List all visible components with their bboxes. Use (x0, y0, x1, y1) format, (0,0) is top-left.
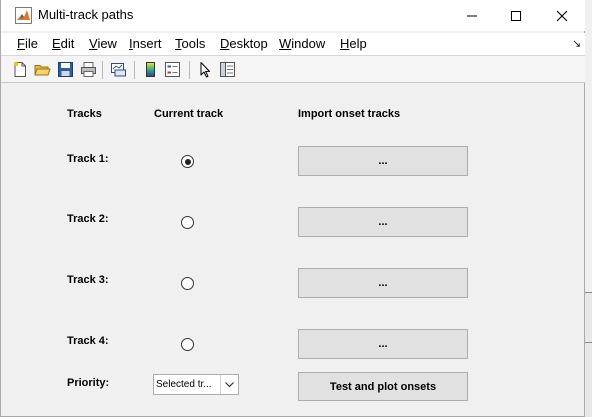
header-current-track: Current track (154, 108, 224, 120)
menu-edit[interactable]: Edit (52, 36, 74, 51)
header-tracks: Tracks (67, 108, 102, 120)
chevron-down-icon (220, 375, 238, 394)
track-3-radio[interactable] (181, 277, 194, 290)
track-4-radio[interactable] (181, 338, 194, 351)
matlab-icon (15, 7, 32, 24)
track-2-radio[interactable] (181, 216, 194, 229)
priority-dropdown-value: Selected tr... (156, 379, 212, 390)
maximize-button[interactable] (493, 0, 539, 31)
minimize-button[interactable] (449, 0, 495, 31)
track-4-import-button[interactable]: ... (298, 329, 468, 359)
menu-insert[interactable]: Insert (129, 36, 162, 51)
close-button[interactable] (539, 0, 585, 31)
track-3-import-button[interactable]: ... (298, 268, 468, 298)
track-1-import-button[interactable]: ... (298, 146, 468, 176)
property-editor-icon[interactable] (219, 61, 236, 78)
close-icon (556, 10, 568, 21)
track-2-label: Track 2: (67, 213, 109, 225)
menu-tools[interactable]: Tools (175, 36, 205, 51)
maximize-icon (511, 10, 521, 21)
save-icon[interactable] (57, 61, 74, 78)
toolbar-separator (134, 61, 135, 79)
toolbar-separator (189, 61, 190, 79)
menu-view[interactable]: View (89, 36, 117, 51)
menu-window[interactable]: Window (279, 36, 325, 51)
minimize-icon (467, 15, 477, 16)
track-1-radio[interactable] (181, 155, 194, 168)
legend-icon[interactable] (164, 61, 181, 78)
track-1-label: Track 1: (67, 153, 109, 165)
window-title: Multi-track paths (38, 7, 134, 22)
menu-desktop[interactable]: Desktop (220, 36, 268, 51)
open-file-icon[interactable] (34, 61, 51, 78)
test-and-plot-onsets-button[interactable]: Test and plot onsets (298, 372, 468, 401)
toolbar-separator (102, 61, 103, 79)
header-import-onset-tracks: Import onset tracks (298, 108, 401, 120)
title-bar: Multi-track paths (1, 0, 585, 31)
dock-arrow-icon[interactable]: ↘ (572, 37, 581, 50)
pointer-icon[interactable] (197, 61, 214, 78)
colorbar-icon[interactable] (142, 61, 159, 78)
track-3-label: Track 3: (67, 274, 109, 286)
priority-label: Priority: (67, 377, 110, 389)
menu-file[interactable]: File (17, 36, 38, 51)
menu-bar: File Edit View Insert Tools Desktop Wind… (1, 33, 585, 55)
figure-window: Multi-track paths File Edit View Insert … (0, 0, 585, 417)
track-4-label: Track 4: (67, 335, 109, 347)
track-2-import-button[interactable]: ... (298, 207, 468, 237)
toolbar (1, 55, 585, 83)
link-plot-icon[interactable] (110, 61, 127, 78)
priority-dropdown[interactable]: Selected tr... (153, 374, 239, 395)
new-figure-icon[interactable] (12, 61, 29, 78)
print-icon[interactable] (80, 61, 97, 78)
menu-help[interactable]: Help (340, 36, 367, 51)
